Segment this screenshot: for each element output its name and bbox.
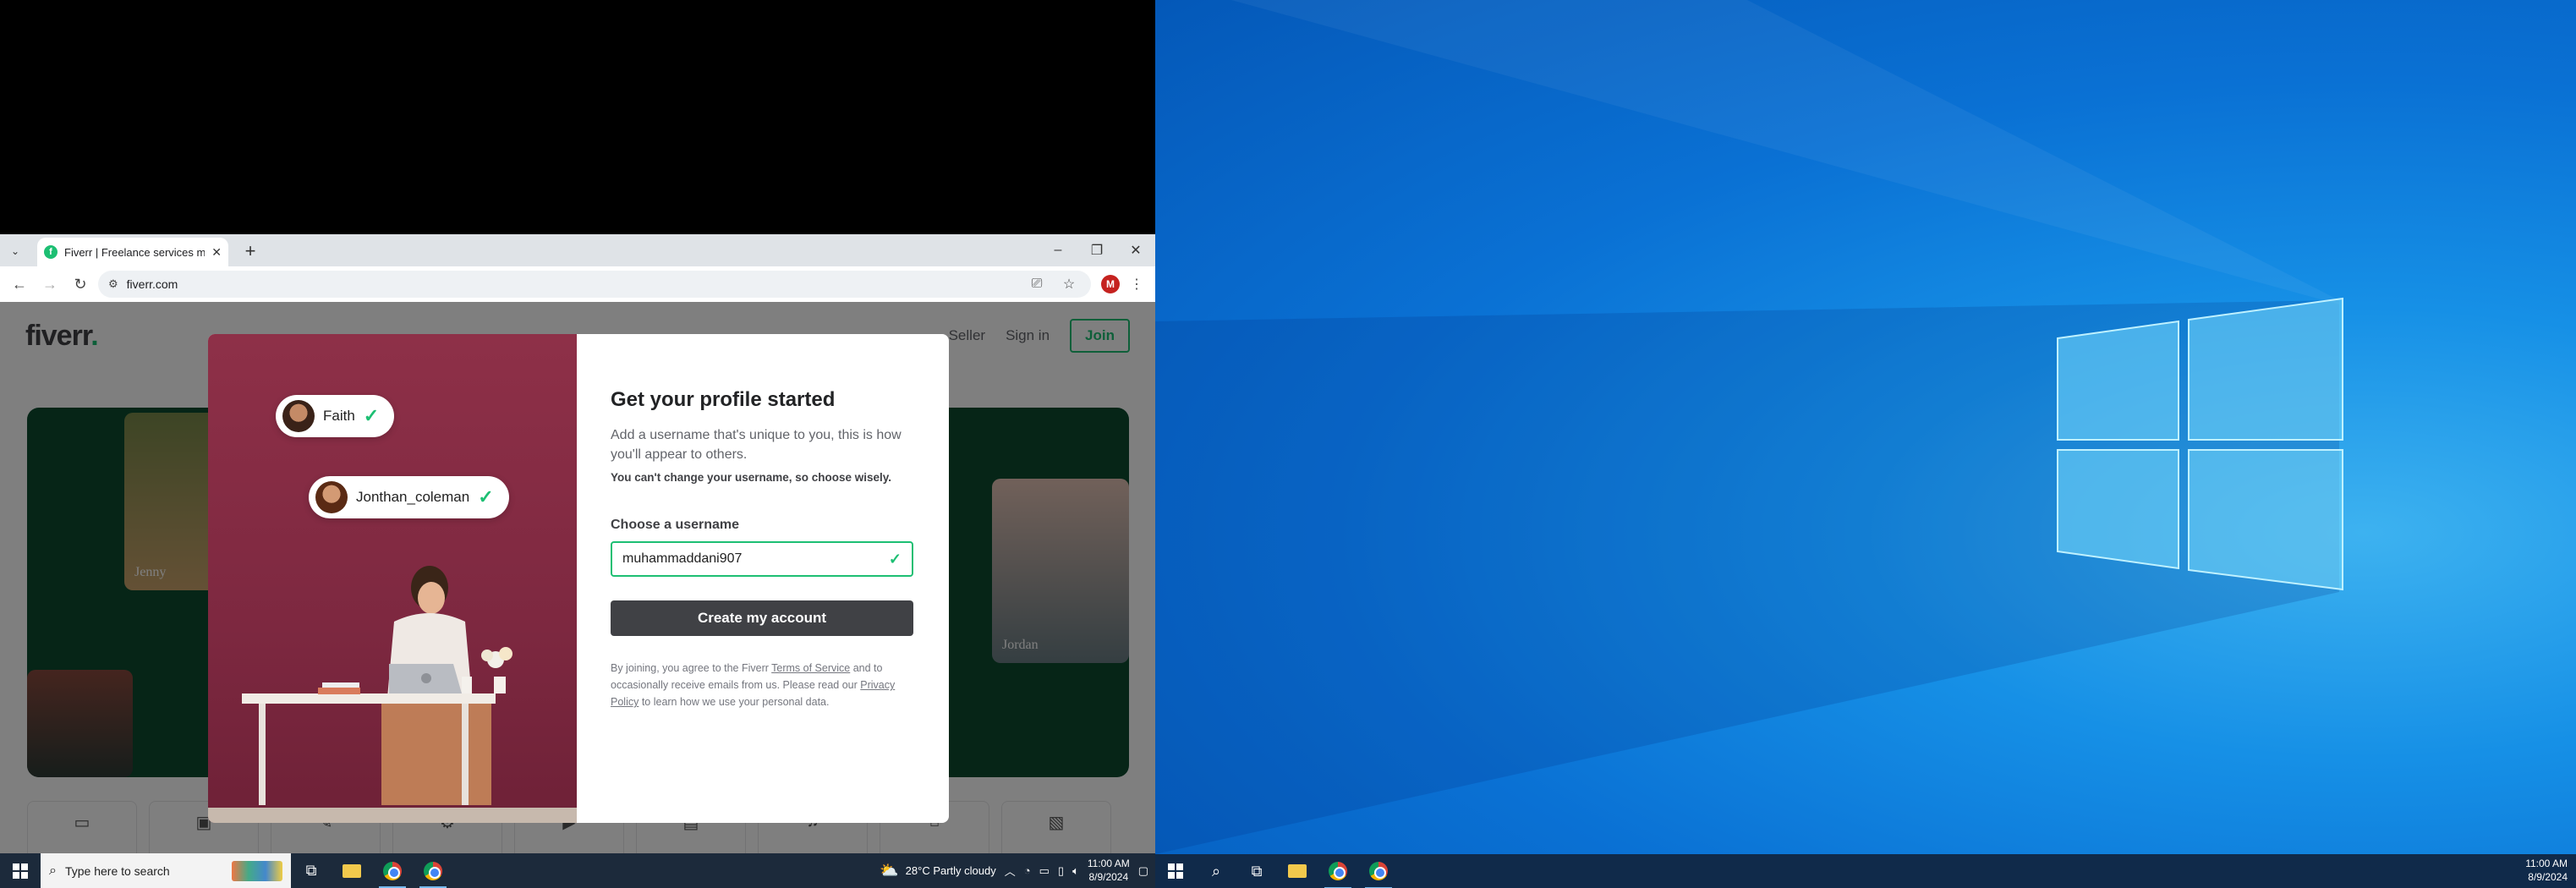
start-button-right[interactable] (1155, 854, 1196, 888)
fiverr-favicon-icon: f (44, 245, 58, 259)
tab-close-icon[interactable]: ✕ (211, 245, 222, 260)
username-label: Choose a username (611, 518, 740, 533)
legal-text-part: to learn how we use your personal data. (639, 696, 830, 709)
taskbar-search[interactable]: ⌕ Type here to search (41, 853, 291, 888)
modal-description: Add a username that's unique to you, thi… (611, 428, 902, 463)
file-explorer-icon[interactable] (332, 853, 372, 888)
reload-icon[interactable]: ↻ (68, 271, 93, 297)
new-tab-plus-icon[interactable]: + (238, 239, 262, 263)
windows-logo-icon (1168, 863, 1183, 879)
taskbar-left: ⌕ Type here to search ⧉ ⛅ 28°C Partly cl… (0, 853, 1155, 888)
window-controls: – ❐ ✕ (1039, 234, 1155, 266)
tray-app-icon[interactable]: ◔ (1024, 864, 1031, 877)
woman-at-desk-illustration (208, 566, 577, 823)
modal-illustration: Faith ✓ Jonthan_coleman ✓ (208, 334, 577, 823)
clock-date: 8/9/2024 (1088, 870, 1129, 883)
taskbar-right: ⌕ ⧉ 11:00 AM 8/9/2024 (1155, 854, 2576, 888)
clock-time: 11:00 AM (2525, 858, 2568, 870)
clock-time: 11:00 AM (1087, 857, 1130, 869)
chrome-profile-taskbar-icon[interactable] (1358, 854, 1399, 888)
tab-bar: ⌄ f Fiverr | Freelance services marketpl… (0, 234, 1155, 266)
username-field[interactable]: ✓ (611, 541, 913, 578)
notifications-icon[interactable]: ▢ (1138, 864, 1148, 878)
back-arrow-icon[interactable]: ← (7, 271, 32, 297)
taskbar-clock-right[interactable]: 11:00 AM 8/9/2024 (2525, 858, 2576, 884)
tab-title: Fiverr | Freelance services marketplace (64, 245, 206, 259)
left-monitor: ⌄ f Fiverr | Freelance services marketpl… (0, 0, 1155, 888)
create-account-button[interactable]: Create my account (611, 600, 913, 637)
volume-icon[interactable]: 🔈︎ (1072, 864, 1079, 878)
legal-text-part: By joining, you agree to the Fiverr (611, 662, 772, 675)
system-tray: ⛅ 28°C Partly cloudy ︿ ◔ ▭ ▯ 🔈︎ 11:00 AM… (880, 858, 1155, 884)
clock-date: 8/9/2024 (2528, 871, 2568, 883)
browser-toolbar: ← → ↻ ⚙ fiverr.com ⎚ ☆ M ⋮ (0, 266, 1155, 302)
weather-text: 28°C Partly cloudy (905, 864, 996, 877)
valid-checkmark-icon: ✓ (888, 550, 902, 567)
profile-setup-modal: Faith ✓ Jonthan_coleman ✓ Get your profi… (208, 334, 949, 823)
search-icon: ⌕ (49, 863, 57, 878)
site-info-icon[interactable]: ⚙ (108, 277, 118, 291)
task-view-icon[interactable]: ⧉ (291, 853, 332, 888)
install-app-icon[interactable]: ⎚ (1025, 272, 1049, 296)
chrome-menu-icon[interactable]: ⋮ (1125, 272, 1148, 296)
start-button[interactable] (0, 853, 41, 888)
modal-form: Get your profile started Add a username … (577, 334, 949, 823)
address-bar[interactable]: ⚙ fiverr.com ⎚ ☆ (98, 271, 1091, 298)
search-icon[interactable]: ⌕ (1196, 854, 1236, 888)
tab-fiverr[interactable]: f Fiverr | Freelance services marketplac… (37, 238, 228, 266)
chrome-taskbar-icon[interactable] (372, 853, 413, 888)
username-input[interactable] (622, 551, 889, 567)
terms-of-service-link[interactable]: Terms of Service (771, 662, 850, 674)
chrome-taskbar-icon[interactable] (1318, 854, 1358, 888)
windows-logo-icon (13, 863, 28, 879)
chrome-profile-taskbar-icon[interactable] (413, 853, 453, 888)
legal-text: By joining, you agree to the Fiverr Term… (611, 660, 915, 710)
tab-search-chevron-icon[interactable]: ⌄ (5, 241, 25, 261)
taskbar-clock[interactable]: 11:00 AM 8/9/2024 (1088, 858, 1130, 884)
partly-cloudy-icon: ⛅ (880, 862, 899, 879)
bookmark-star-icon[interactable]: ☆ (1057, 272, 1081, 296)
task-view-icon[interactable]: ⧉ (1236, 854, 1277, 888)
url-text[interactable]: fiverr.com (127, 277, 1017, 291)
username-warning: You can't change your username, so choos… (611, 471, 892, 485)
close-window-icon[interactable]: ✕ (1116, 234, 1155, 266)
battery-icon[interactable]: ▭ (1039, 864, 1050, 878)
minimize-icon[interactable]: – (1039, 234, 1077, 266)
search-highlight-icon (232, 860, 282, 881)
windows-wallpaper-logo (1155, 0, 2343, 854)
profile-avatar[interactable]: M (1101, 275, 1120, 293)
right-monitor-desktop: ⌕ ⧉ 11:00 AM 8/9/2024 (1155, 0, 2576, 888)
forward-arrow-icon[interactable]: → (37, 271, 63, 297)
network-icon[interactable]: ▯ (1058, 864, 1064, 878)
show-hidden-icons-chevron-icon[interactable]: ︿ (1005, 863, 1016, 879)
modal-title: Get your profile started (611, 388, 836, 411)
restore-icon[interactable]: ❐ (1077, 234, 1116, 266)
file-explorer-icon[interactable] (1277, 854, 1318, 888)
weather-widget[interactable]: ⛅ 28°C Partly cloudy (880, 862, 996, 880)
search-placeholder: Type here to search (64, 863, 170, 878)
